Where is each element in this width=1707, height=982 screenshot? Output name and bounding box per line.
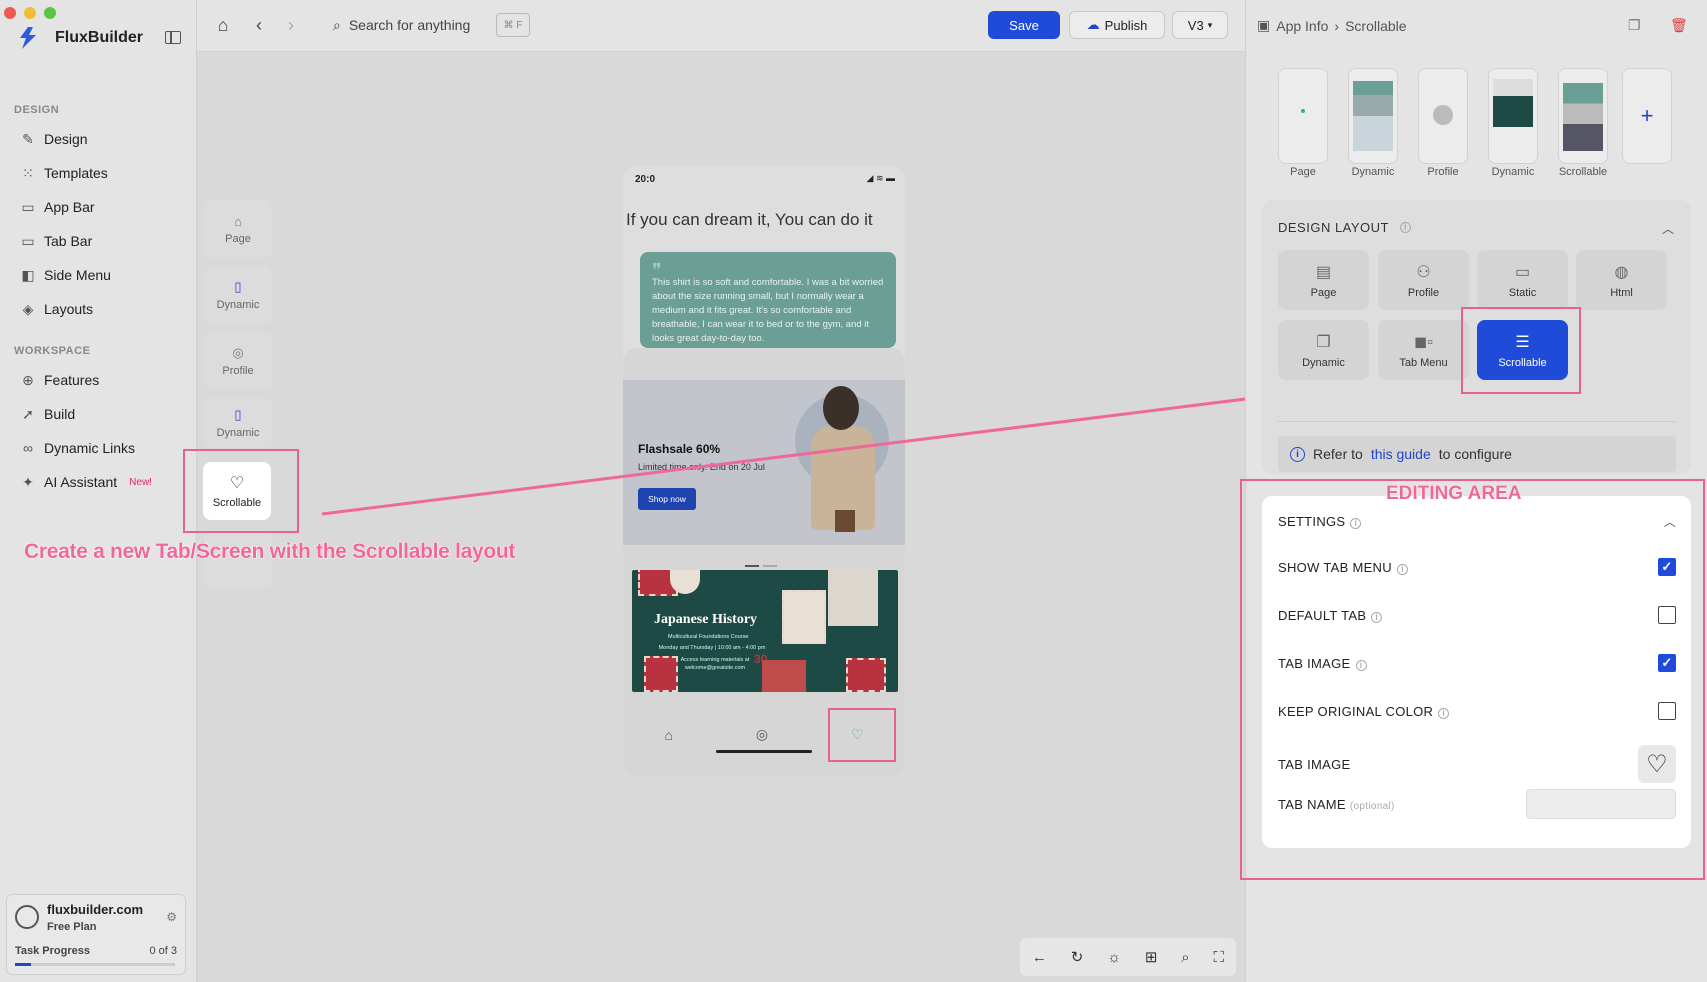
setting-label: SHOW TAB MENU bbox=[1278, 559, 1392, 575]
keep-original-color-checkbox[interactable] bbox=[1658, 702, 1676, 720]
tab-name-input[interactable] bbox=[1526, 789, 1676, 819]
info-icon: i bbox=[1371, 611, 1383, 623]
app-info-icon: ▣ bbox=[1257, 17, 1271, 33]
thumb-label: Dynamic bbox=[1351, 166, 1395, 178]
settings-title: SETTINGS bbox=[1278, 513, 1346, 529]
tabmenu-icon: ◼▫ bbox=[1414, 333, 1433, 351]
table-icon[interactable]: ⊞ bbox=[1145, 948, 1158, 966]
editing-area-label: EDITING AREA bbox=[1385, 483, 1522, 505]
layout-option-label: Page bbox=[1310, 286, 1337, 299]
layout-option-page[interactable]: ▤ Page bbox=[1278, 250, 1369, 310]
static-icon: ▭ bbox=[1514, 263, 1531, 281]
layout-option-profile[interactable]: ⚇ Profile bbox=[1378, 250, 1469, 310]
thumb-profile[interactable] bbox=[1418, 68, 1468, 164]
setting-show-tab-menu: SHOW TAB MENU i ✓ bbox=[1278, 553, 1676, 581]
refresh-icon[interactable]: ↻ bbox=[1071, 948, 1084, 966]
tab-image-checkbox[interactable]: ✓ bbox=[1658, 654, 1676, 672]
setting-tab-image: TAB IMAGE i ✓ bbox=[1278, 649, 1676, 677]
fullscreen-icon[interactable]: ⛶ bbox=[1214, 949, 1225, 966]
chevron-up-icon[interactable]: ︿ bbox=[1664, 513, 1676, 530]
default-tab-checkbox[interactable] bbox=[1658, 606, 1676, 624]
layout-option-label: Profile bbox=[1407, 286, 1440, 299]
trash-icon[interactable]: 🗑 bbox=[1670, 17, 1688, 34]
tab-image-picker[interactable]: ♡ bbox=[1638, 745, 1676, 783]
thumb-label: Page bbox=[1290, 166, 1316, 178]
info-icon: i bbox=[1355, 659, 1367, 671]
heart-icon: ♡ bbox=[1646, 750, 1668, 778]
page-icon: ▤ bbox=[1315, 263, 1332, 281]
canvas-tools: ← ↻ ☼ ⊞ ⌕ ⛶ bbox=[1020, 938, 1236, 976]
setting-label: TAB IMAGE bbox=[1278, 655, 1351, 671]
zoom-icon[interactable]: ⌕ bbox=[1181, 949, 1189, 966]
breadcrumb: ▣ App Info › Scrollable bbox=[1257, 17, 1407, 34]
divider bbox=[1278, 421, 1676, 422]
info-icon: i bbox=[1350, 517, 1362, 529]
info-icon: i bbox=[1396, 563, 1408, 575]
thumb-dynamic[interactable] bbox=[1348, 68, 1398, 164]
globe-icon: ◍ bbox=[1614, 263, 1629, 281]
chevron-up-icon[interactable]: ︿ bbox=[1662, 220, 1674, 237]
show-tab-menu-checkbox[interactable]: ✓ bbox=[1658, 558, 1676, 576]
guide-prefix: Refer to bbox=[1313, 446, 1363, 462]
breadcrumb-current: Scrollable bbox=[1345, 17, 1407, 34]
setting-label: KEEP ORIGINAL COLOR bbox=[1278, 703, 1434, 719]
layout-option-label: Html bbox=[1610, 286, 1633, 299]
brightness-icon[interactable]: ☼ bbox=[1107, 949, 1121, 966]
design-layout-label: DESIGN LAYOUT bbox=[1278, 220, 1390, 235]
layout-option-label: Static bbox=[1508, 286, 1537, 299]
chevron-right-icon: › bbox=[1334, 17, 1340, 34]
duplicate-icon[interactable]: ❐ bbox=[1628, 17, 1641, 34]
info-icon: i bbox=[1400, 222, 1412, 233]
setting-tab-image-picker: TAB IMAGE ♡ bbox=[1278, 745, 1676, 783]
layout-option-label: Tab Menu bbox=[1399, 356, 1448, 369]
layout-option-html[interactable]: ◍ Html bbox=[1576, 250, 1667, 310]
info-icon: i bbox=[1438, 707, 1450, 719]
undo-arrow-icon[interactable]: ← bbox=[1032, 949, 1047, 966]
setting-keep-original-color: KEEP ORIGINAL COLOR i bbox=[1278, 697, 1676, 725]
setting-tab-name: TAB NAME (optional) bbox=[1278, 788, 1676, 820]
thumb-label: Dynamic bbox=[1491, 166, 1535, 178]
layout-option-static[interactable]: ▭ Static bbox=[1477, 250, 1568, 310]
thumb-scrollable[interactable] bbox=[1558, 68, 1608, 164]
scrollable-highlight bbox=[1461, 307, 1581, 394]
guide-note: i Refer to this guide to configure bbox=[1278, 436, 1676, 472]
setting-label: TAB IMAGE bbox=[1278, 756, 1351, 772]
info-icon: i bbox=[1290, 446, 1305, 462]
setting-label: DEFAULT TAB bbox=[1278, 607, 1367, 623]
user-icon: ⚇ bbox=[1416, 263, 1431, 281]
layout-option-dynamic[interactable]: ❐ Dynamic bbox=[1278, 320, 1369, 380]
thumb-dynamic-2[interactable] bbox=[1488, 68, 1538, 164]
guide-link[interactable]: this guide bbox=[1371, 446, 1431, 462]
guide-suffix: to configure bbox=[1438, 446, 1512, 462]
thumb-label: Scrollable bbox=[1558, 166, 1608, 178]
setting-default-tab: DEFAULT TAB i bbox=[1278, 601, 1676, 629]
settings-header: SETTINGS i ︿ bbox=[1278, 507, 1676, 535]
thumb-label: Profile bbox=[1427, 166, 1459, 178]
add-screen-button[interactable]: + bbox=[1622, 68, 1672, 164]
setting-label: TAB NAME bbox=[1278, 796, 1346, 812]
dynamic-icon: ❐ bbox=[1316, 333, 1331, 351]
layout-option-label: Dynamic bbox=[1302, 356, 1345, 369]
design-layout-title: DESIGN LAYOUT i bbox=[1278, 220, 1412, 235]
optional-hint: (optional) bbox=[1349, 800, 1395, 812]
thumb-page[interactable] bbox=[1278, 68, 1328, 164]
breadcrumb-app-info[interactable]: App Info bbox=[1276, 18, 1328, 34]
layout-option-tab-menu[interactable]: ◼▫ Tab Menu bbox=[1378, 320, 1469, 380]
